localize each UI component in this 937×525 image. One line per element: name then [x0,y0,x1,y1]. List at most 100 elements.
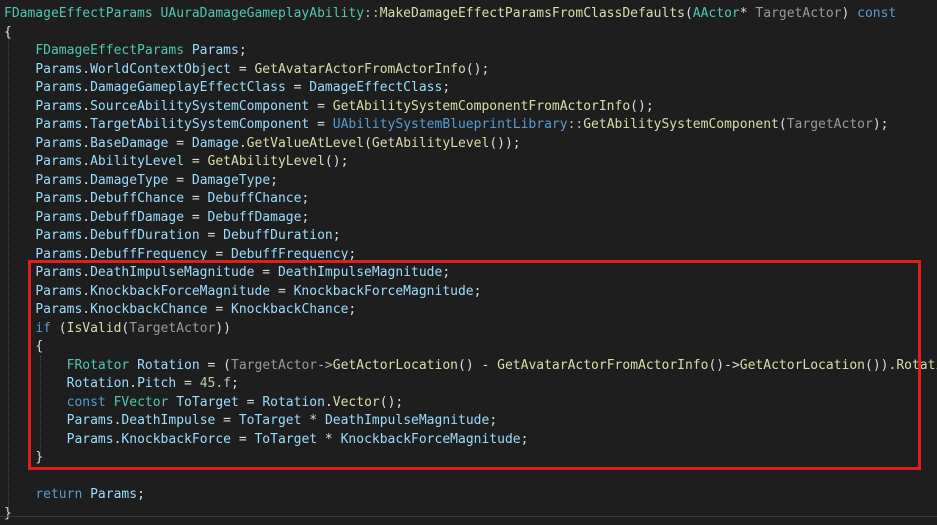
code-token: TargetActor [755,6,842,21]
code-token: DebuffDamage [207,209,302,225]
code-line[interactable]: FDamageEffectParams UAuraDamageGameplayA… [4,5,896,23]
code-line[interactable]: } [4,505,12,523]
code-line[interactable]: Params.TargetAbilitySystemComponent = UA… [4,116,888,134]
code-line[interactable]: Params.AbilityLevel = GetAbilityLevel(); [4,153,348,171]
code-token: DamageType [191,172,271,188]
code-token: { [4,24,12,40]
code-token: . [238,135,247,151]
bottom-divider [0,516,937,517]
code-token: FDamageEffectParams [4,6,153,21]
code-token: :: [364,6,380,21]
code-token: } [4,505,12,521]
code-token: ) [841,6,858,21]
code-token: ); [872,117,889,132]
code-line[interactable]: return Params; [4,486,145,504]
code-token: . [82,172,91,188]
code-token: DebuffDuration [223,228,333,243]
code-token: = [168,172,192,188]
code-token: = [184,209,208,225]
code-token: . [82,135,91,151]
code-token: . [82,191,91,206]
code-line[interactable]: Params.DebuffDamage = DebuffDamage; [4,209,309,227]
code-token: UAuraDamageGameplayAbility [160,6,365,21]
code-token: Params [35,154,83,169]
code-token: GetAbilitySystemComponent [583,117,779,132]
code-line[interactable]: Params.DamageGameplayEffectClass = Damag… [4,79,450,97]
code-token: DamageGameplayEffectClass [90,80,286,95]
code-token: . [82,80,91,95]
code-token: AbilityLevel [90,154,185,169]
code-token: GetAbilitySystemComponentFromActorInfo [332,98,631,114]
code-token: const [857,6,897,21]
code-token: GetValueAtLevel [246,135,365,151]
code-token: Params [35,98,83,114]
code-token: ()); [489,135,521,151]
code-token: . [82,117,91,132]
code-token: MakeDamageEffectParamsFromClassDefaults [379,6,685,21]
highlight-box [28,260,921,470]
code-token: (); [630,98,654,114]
code-line[interactable]: Params.DamageType = DamageType; [4,172,278,190]
code-token: ( [364,135,372,151]
code-token: = [231,61,255,77]
code-token: (); [465,61,490,77]
code-token: ; [238,43,247,58]
code-line[interactable]: Params.BaseDamage = Damage.GetValueAtLev… [4,135,521,153]
code-token: :: [567,117,584,132]
code-token: GetAbilityLevel [371,135,490,151]
code-token: FDamageEffectParams [35,43,185,58]
code-token: GetAbilityLevel [207,154,325,169]
code-token: Params [90,487,138,502]
code-token: Params [35,228,83,243]
code-token: SourceAbilitySystemComponent [90,98,310,114]
code-token: GetAvatarActorFromActorInfo [254,61,466,77]
code-line[interactable]: FDamageEffectParams Params; [4,42,247,60]
code-line[interactable]: Params.SourceAbilitySystemComponent = Ge… [4,98,654,116]
code-token: = [184,154,208,169]
code-token: . [82,154,91,169]
code-line[interactable]: Params.DebuffChance = DebuffChance; [4,190,309,208]
code-token: Params [35,61,83,77]
code-token: DebuffChance [207,191,302,206]
code-token: * [739,6,756,21]
code-token: ; [301,209,310,225]
code-token: Params [35,209,83,225]
code-token: AActor [692,6,740,21]
code-token: ; [442,80,451,95]
code-token: TargetAbilitySystemComponent [90,117,310,132]
code-token: . [82,61,91,77]
code-token: = [309,117,333,132]
code-token: = [168,135,192,151]
code-token: Params [191,43,239,58]
code-token: . [82,228,91,243]
code-token: DamageType [90,172,169,188]
code-token: ; [137,487,145,502]
code-token: TargetActor [786,117,873,132]
code-line[interactable]: Params.DebuffDuration = DebuffDuration; [4,227,341,245]
code-token: Params [35,80,83,95]
code-editor[interactable]: FDamageEffectParams UAuraDamageGameplayA… [0,0,937,525]
code-line[interactable]: Params.WorldContextObject = GetAvatarAct… [4,61,489,79]
code-line[interactable]: { [4,24,12,42]
code-token: ( [684,6,693,21]
code-token: ; [301,191,310,206]
code-token: = [309,98,333,114]
code-token: BaseDamage [90,135,169,151]
code-token: UAbilitySystemBlueprintLibrary [332,117,568,132]
code-token: ; [332,228,341,243]
code-token: (); [324,154,349,169]
code-token: Damage [191,135,239,151]
code-token: DebuffChance [90,191,185,206]
code-token: Params [35,135,83,151]
